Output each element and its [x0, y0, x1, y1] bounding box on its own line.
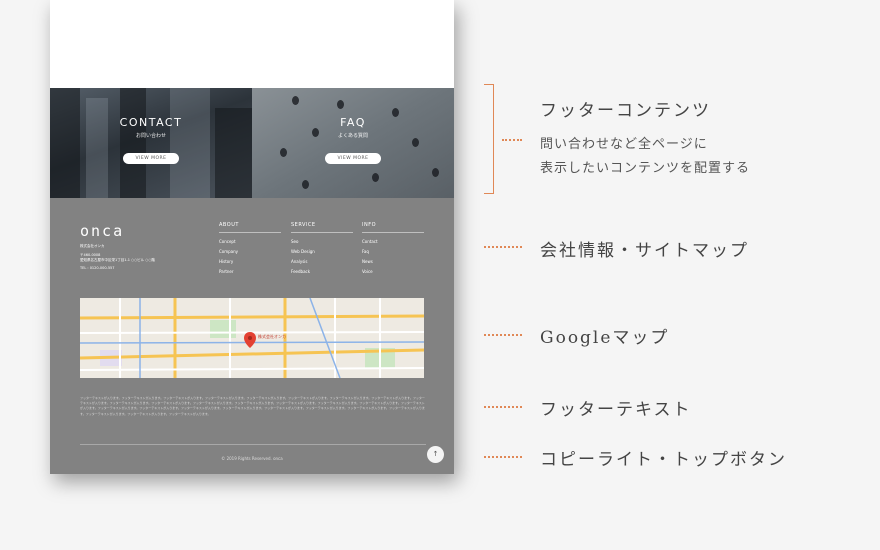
footer-contents-bracket [484, 84, 494, 194]
annotation-description-line: 問い合わせなど全ページに [540, 137, 708, 152]
dotted-leader [484, 406, 522, 409]
annotation-copyright-top: コピーライト・トップボタン [540, 450, 787, 470]
person-shape [292, 96, 299, 105]
copyright-text: © 2019 Rights Reserved. onca [221, 456, 283, 461]
back-to-top-button[interactable]: ↑ [427, 446, 444, 463]
dotted-leader [502, 139, 522, 142]
annotation-description-line: 表示したいコンテンツを配置する [540, 161, 751, 176]
sitemap-link[interactable]: Partner [219, 267, 281, 277]
cta-banner: CONTACT お問い合わせ VIEW MORE FAQ よくある質問 VIEW… [50, 88, 454, 198]
sitemap-link[interactable]: Seo [291, 237, 353, 247]
sitemap-link[interactable]: Feedback [291, 267, 353, 277]
contact-title: CONTACT [119, 116, 183, 129]
sitemap-link[interactable]: Faq [362, 247, 424, 257]
annotation-footer-contents: フッターコンテンツ 問い合わせなど全ページに 表示したいコンテンツを配置する [540, 96, 750, 181]
sitemap-column-info: INFO Contact Faq News Voice [362, 222, 424, 277]
website-mockup: CONTACT お問い合わせ VIEW MORE FAQ よくある質問 VIEW… [50, 0, 454, 474]
faq-subtitle: よくある質問 [337, 133, 368, 139]
footer-logo[interactable]: onca [80, 222, 124, 240]
person-shape [337, 100, 344, 109]
sitemap-link[interactable]: Concept [219, 237, 281, 247]
annotation-google-map: Googleマップ [540, 328, 670, 348]
sitemap-link[interactable]: Web Design [291, 247, 353, 257]
contact-view-more-button[interactable]: VIEW MORE [123, 153, 179, 164]
sitemap-link[interactable]: News [362, 257, 424, 267]
sitemap-link[interactable]: Company [219, 247, 281, 257]
sitemap-link[interactable]: Voice [362, 267, 424, 277]
annotation-company-sitemap: 会社情報・サイトマップ [540, 241, 749, 261]
contact-card[interactable]: CONTACT お問い合わせ VIEW MORE [50, 88, 252, 198]
person-shape [302, 180, 309, 189]
column-heading: ABOUT [219, 222, 281, 233]
contact-subtitle: お問い合わせ [135, 133, 166, 139]
company-info: 株式会社オンカ 〒460-0008 愛知県名古屋市中区栄1丁目1-1 ○○ビル … [80, 244, 200, 271]
faq-view-more-button[interactable]: VIEW MORE [325, 153, 381, 164]
column-heading: INFO [362, 222, 424, 233]
dotted-leader [484, 334, 522, 337]
site-footer: onca 株式会社オンカ 〒460-0008 愛知県名古屋市中区栄1丁目1-1 … [50, 198, 454, 474]
google-map[interactable]: 株式会社オンカ [80, 298, 424, 378]
footer-divider [80, 444, 426, 445]
person-shape [432, 168, 439, 177]
company-tel: TEL : 0120-000-557 [80, 265, 115, 270]
dotted-leader [484, 246, 522, 249]
footer-text: フッターテキストが入ります。フッターテキストが入ります。フッターテキストが入りま… [80, 396, 425, 416]
map-graphic [80, 298, 424, 378]
sitemap-link[interactable]: Analysis [291, 257, 353, 267]
person-shape [372, 173, 379, 182]
map-marker-label: 株式会社オンカ [258, 334, 286, 339]
dotted-leader [484, 456, 522, 459]
annotation-title: フッターコンテンツ [540, 101, 711, 121]
faq-title: FAQ [340, 116, 366, 129]
annotation-footer-text: フッターテキスト [540, 400, 692, 420]
sitemap-column-service: SERVICE Seo Web Design Analysis Feedback [291, 222, 353, 277]
column-heading: SERVICE [291, 222, 353, 233]
sitemap-column-about: ABOUT Concept Company History Partner [219, 222, 281, 277]
sitemap-link[interactable]: History [219, 257, 281, 267]
faq-card[interactable]: FAQ よくある質問 VIEW MORE [252, 88, 454, 198]
sitemap-link[interactable]: Contact [362, 237, 424, 247]
